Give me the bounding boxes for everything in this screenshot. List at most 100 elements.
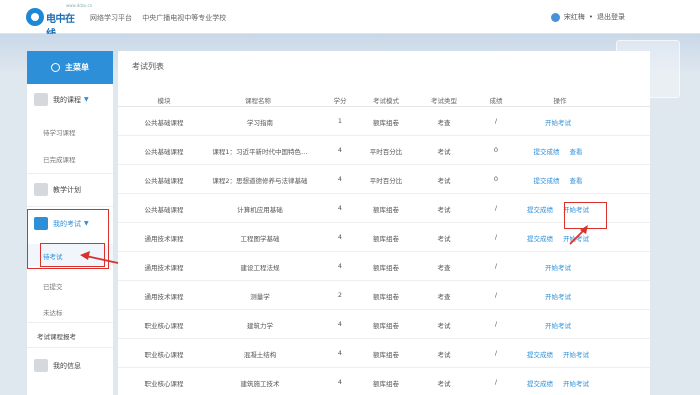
mode-cell: 平时百分比 <box>369 148 403 156</box>
submit-score-link[interactable]: 提交成绩 <box>527 378 553 388</box>
submit-score-link[interactable]: 提交成绩 <box>534 146 560 156</box>
submit-score-link[interactable]: 提交成绩 <box>534 175 560 185</box>
column-header-type: 考试类型 <box>431 97 457 105</box>
score-cell: / <box>494 204 498 212</box>
course-name-cell: 混凝土结构 <box>243 351 277 359</box>
user-card-icon <box>34 359 48 372</box>
course-name-cell: 课程1：习近平新时代中国特色… <box>212 148 308 156</box>
module-cell: 公共基础课程 <box>144 177 184 185</box>
submit-score-link[interactable]: 提交成绩 <box>527 233 553 243</box>
type-cell: 考试 <box>437 322 451 330</box>
sidebar-sub-not-passed[interactable]: 未达标 <box>43 307 63 317</box>
start-exam-link[interactable]: 开始考试 <box>545 117 571 127</box>
sidebar-sub-completed-courses[interactable]: 已完成课程 <box>43 154 76 164</box>
type-cell: 考试 <box>437 206 451 214</box>
type-cell: 考试 <box>437 380 451 388</box>
module-cell: 公共基础课程 <box>144 119 184 127</box>
table-row: 职业核心课程 4 额库组卷 考试 / 建筑力学 开始考试 <box>118 310 650 339</box>
table-row: 通用技术课程 2 额库组卷 考查 / 测量学 开始考试 <box>118 281 650 310</box>
operations-cell: 提交成绩 开始考试 <box>508 349 608 359</box>
credit-cell: 4 <box>337 349 343 357</box>
credit-cell: 4 <box>337 175 343 183</box>
book-icon <box>34 93 48 106</box>
table-row: 公共基础课程 1 额库组卷 考查 / 学习指南 开始考试 <box>118 107 650 136</box>
operations-cell: 提交成绩 开始考试 <box>508 378 608 388</box>
module-cell: 公共基础课程 <box>144 206 184 214</box>
site-logo[interactable]: 电中在线 www.ddzx.cn <box>26 3 92 40</box>
type-cell: 考查 <box>437 119 451 127</box>
start-exam-link[interactable]: 开始考试 <box>563 233 589 243</box>
main-menu-label: 主菜单 <box>65 63 89 72</box>
page-title: 考试列表 <box>132 62 164 71</box>
sidebar-item-exam-signup[interactable]: 考试课程报考 <box>37 331 76 341</box>
mode-cell: 额库组卷 <box>373 380 399 388</box>
sidebar-item-label: 教学计划 <box>53 185 81 194</box>
type-cell: 考试 <box>437 351 451 359</box>
module-cell: 通用技术课程 <box>144 293 184 301</box>
mode-cell: 额库组卷 <box>373 119 399 127</box>
mode-cell: 额库组卷 <box>373 264 399 272</box>
module-cell: 职业核心课程 <box>144 380 184 388</box>
logout-link[interactable]: 退出登录 <box>597 12 625 22</box>
sidebar-item-my-courses[interactable]: 我的课程 ▼ <box>27 93 113 106</box>
course-name-cell: 测量学 <box>250 293 270 301</box>
start-exam-link[interactable]: 开始考试 <box>545 291 571 301</box>
sidebar-item-teaching-plan[interactable]: 教学计划 <box>27 183 113 196</box>
score-cell: / <box>494 349 498 357</box>
sidebar-sub-pending-courses[interactable]: 待学习课程 <box>43 127 76 137</box>
mode-cell: 平时百分比 <box>369 177 403 185</box>
table-row: 职业核心课程 4 额库组卷 考试 / 建筑施工技术 提交成绩 开始考试 <box>118 368 650 395</box>
course-name-cell: 计算机应用基础 <box>237 206 283 214</box>
main-menu-header[interactable]: 主菜单 <box>27 51 113 84</box>
logo-mark-icon <box>26 8 44 26</box>
column-header-score: 成绩 <box>489 97 503 105</box>
view-link[interactable]: 查看 <box>570 146 583 156</box>
course-name-cell: 工程图学基础 <box>240 235 280 243</box>
divider <box>27 347 113 348</box>
score-cell: / <box>494 117 498 125</box>
column-header-course: 课程名称 <box>245 97 271 105</box>
mode-cell: 额库组卷 <box>373 322 399 330</box>
table-row: 职业核心课程 4 额库组卷 考试 / 混凝土结构 提交成绩 开始考试 <box>118 339 650 368</box>
submit-score-link[interactable]: 提交成绩 <box>527 349 553 359</box>
score-cell: 0 <box>493 146 499 154</box>
header-links: 网络学习平台 中央广播电视中等专业学校 <box>90 13 234 23</box>
calendar-icon <box>34 183 48 196</box>
submit-score-link[interactable]: 提交成绩 <box>527 204 553 214</box>
highlight-box-pending <box>40 243 105 267</box>
view-link[interactable]: 查看 <box>570 175 583 185</box>
course-name-cell: 课程2：思想道德修养与法律基础 <box>212 177 308 185</box>
module-cell: 职业核心课程 <box>144 351 184 359</box>
module-cell: 公共基础课程 <box>144 148 184 156</box>
user-name[interactable]: 宋红梅 <box>564 12 585 22</box>
operations-cell: 提交成绩 查看 <box>508 175 608 185</box>
table-row: 公共基础课程 4 平时百分比 考试 0 课程2：思想道德修养与法律基础 提交成绩 查看 <box>118 165 650 194</box>
menu-icon <box>51 63 60 72</box>
start-exam-link[interactable]: 开始考试 <box>563 349 589 359</box>
column-header-module: 模块 <box>157 97 171 105</box>
operations-cell: 开始考试 <box>508 291 608 301</box>
sidebar-item-label: 我的信息 <box>53 361 81 370</box>
mode-cell: 额库组卷 <box>373 235 399 243</box>
operations-cell: 开始考试 <box>508 262 608 272</box>
logo-subtext: www.ddzx.cn <box>66 3 93 8</box>
divider <box>27 206 113 207</box>
score-cell: / <box>494 233 498 241</box>
start-exam-link[interactable]: 开始考试 <box>545 320 571 330</box>
table-row: 通用技术课程 4 额库组卷 考查 / 建设工程法规 开始考试 <box>118 252 650 281</box>
operations-cell: 提交成绩 开始考试 <box>508 233 608 243</box>
start-exam-link[interactable]: 开始考试 <box>545 262 571 272</box>
score-cell: / <box>494 378 498 386</box>
score-cell: / <box>494 291 498 299</box>
type-cell: 考试 <box>437 148 451 156</box>
user-area[interactable]: 宋红梅 • 退出登录 <box>550 12 625 22</box>
sidebar-item-my-info[interactable]: 我的信息 <box>27 359 113 372</box>
score-cell: / <box>494 320 498 328</box>
sidebar-sub-submitted[interactable]: 已提交 <box>43 281 63 291</box>
mode-cell: 额库组卷 <box>373 351 399 359</box>
sidebar-item-label: 我的课程 <box>53 95 81 104</box>
start-exam-link[interactable]: 开始考试 <box>563 378 589 388</box>
operations-cell: 开始考试 <box>508 117 608 127</box>
school-name: 中央广播电视中等专业学校 <box>142 14 227 22</box>
credit-cell: 4 <box>337 204 343 212</box>
